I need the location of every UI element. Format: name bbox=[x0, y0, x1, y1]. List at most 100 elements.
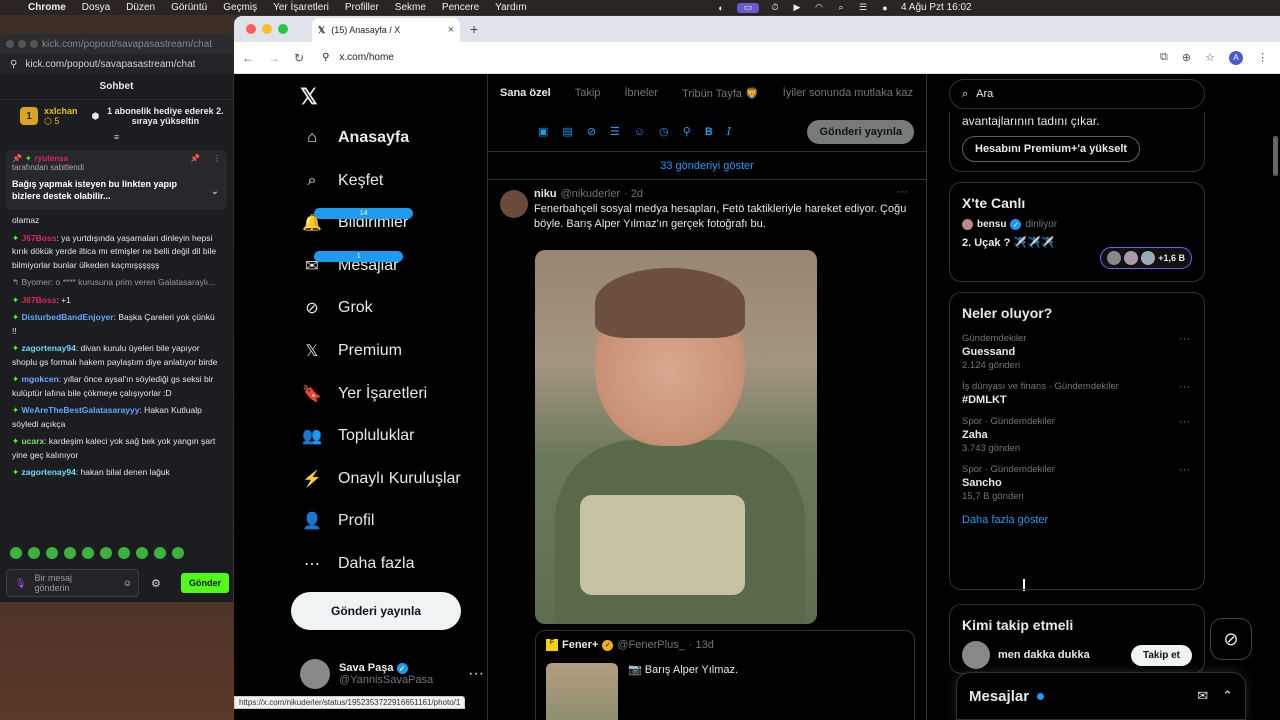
menu-item-view[interactable]: Görüntü bbox=[171, 2, 207, 13]
send-button[interactable]: Gönder bbox=[181, 573, 229, 593]
pin-toggle-icon[interactable]: 📌 bbox=[190, 154, 200, 163]
trend-more-icon[interactable]: ··· bbox=[1179, 381, 1190, 393]
chat-username[interactable]: mgokcen bbox=[21, 374, 58, 384]
bookmark-star-icon[interactable]: ☆ bbox=[1205, 51, 1215, 64]
tab-close-icon[interactable]: × bbox=[448, 24, 454, 36]
tab-list-1[interactable]: İbneler bbox=[624, 87, 658, 99]
spotlight-search-icon[interactable]: ⌕ bbox=[835, 2, 847, 13]
grok-compose-icon[interactable]: ⊘ bbox=[587, 125, 596, 138]
emote-icon[interactable] bbox=[64, 547, 76, 559]
listener-count[interactable]: +1,6 B bbox=[1100, 247, 1192, 269]
emote-icon[interactable] bbox=[46, 547, 58, 559]
x-logo-icon[interactable]: 𝕏 bbox=[300, 84, 318, 110]
account-switcher[interactable]: Sava Paşa ✓ @YannisSavaPasa ··· bbox=[300, 659, 484, 689]
collapse-handle-icon[interactable]: ≡ bbox=[0, 132, 233, 142]
suggested-avatar[interactable] bbox=[962, 641, 990, 669]
post-button[interactable]: Gönderi yayınla bbox=[291, 592, 461, 630]
tab-list-2[interactable]: Tribün Tayfa 🦁 bbox=[682, 87, 759, 100]
nav-item-lightning[interactable]: ⚡ Onaylı Kuruluşlar bbox=[300, 464, 461, 494]
nav-item-bell[interactable]: 🔔 14 Bildirimler bbox=[300, 208, 414, 238]
compose-post-button[interactable]: Gönderi yayınla bbox=[807, 119, 914, 144]
premium-upgrade-button[interactable]: Hesabını Premium+'a yükselt bbox=[962, 136, 1141, 162]
emote-icon[interactable] bbox=[10, 547, 22, 559]
zoom-dot[interactable] bbox=[30, 40, 38, 48]
timer-icon[interactable]: ⏱ bbox=[769, 2, 781, 13]
nav-item-search[interactable]: ⌕ Keşfet bbox=[300, 166, 384, 196]
search-input[interactable]: ⌕ Ara bbox=[949, 79, 1205, 109]
tweet-handle[interactable]: @nikuderler bbox=[561, 188, 620, 200]
media-icon[interactable]: ▣ bbox=[538, 125, 548, 138]
chevron-down-icon[interactable]: ⌄ bbox=[211, 186, 219, 197]
chrome-menu-icon[interactable]: ⋮ bbox=[1257, 51, 1268, 64]
install-app-icon[interactable]: ⧉ bbox=[1160, 51, 1168, 64]
emote-icon[interactable] bbox=[28, 547, 40, 559]
back-icon[interactable]: ← bbox=[242, 51, 254, 65]
chat-username[interactable]: WeAreTheBestGalatasarayyy bbox=[21, 405, 139, 415]
nav-item-x-premium[interactable]: 𝕏 Premium bbox=[300, 336, 402, 366]
chat-username[interactable]: zagortenay94 bbox=[21, 343, 75, 353]
window-close-button[interactable] bbox=[246, 24, 256, 34]
nav-item-communities[interactable]: 👥 Topluluklar bbox=[300, 421, 414, 451]
show-new-posts[interactable]: 33 gönderiyi göster bbox=[488, 152, 926, 180]
play-icon[interactable]: ▶ bbox=[791, 2, 803, 13]
menu-item-help[interactable]: Yardım bbox=[495, 2, 527, 13]
emote-icon[interactable] bbox=[136, 547, 148, 559]
chat-username[interactable]: J67Boss bbox=[21, 295, 56, 305]
emote-icon[interactable] bbox=[172, 547, 184, 559]
trend-more-icon[interactable]: ··· bbox=[1179, 464, 1190, 476]
trend-item[interactable]: Gündemdekiler Guessand 2.124 gönderi ··· bbox=[950, 329, 1204, 377]
grok-fab-icon[interactable]: ⊘ bbox=[1210, 618, 1252, 660]
profile-avatar[interactable]: A bbox=[1229, 50, 1243, 65]
trend-item[interactable]: İş dünyası ve finans · Gündemdekiler #DML… bbox=[950, 377, 1204, 412]
new-tab-icon[interactable]: + bbox=[470, 21, 478, 37]
tweet-photo[interactable] bbox=[535, 250, 817, 624]
settings-gear-icon[interactable]: ⚙ bbox=[151, 577, 161, 590]
suggested-name[interactable]: men dakka dukka bbox=[998, 649, 1090, 661]
browser-tab[interactable]: 𝕏 (15) Anasayfa / X × bbox=[312, 18, 460, 42]
control-center-icon[interactable]: ☰ bbox=[857, 2, 869, 13]
reload-icon[interactable]: ↻ bbox=[294, 51, 304, 65]
kick-url-bar[interactable]: ⚲ kick.com/popout/savapasastream/chat bbox=[0, 54, 233, 74]
chat-username[interactable]: DisturbedBandEnjoyer bbox=[21, 312, 113, 322]
wifi-icon[interactable]: ◠ bbox=[813, 2, 825, 13]
address-bar[interactable]: ⚲ x.com/home bbox=[322, 52, 394, 63]
chat-input[interactable]: 🎙 Bir mesaj gönderin ☺ bbox=[6, 569, 139, 597]
gif-icon[interactable]: ▤ bbox=[562, 125, 572, 138]
tweet-author[interactable]: niku bbox=[534, 188, 557, 200]
tweet-time[interactable]: · 2d bbox=[624, 188, 643, 200]
pinned-message[interactable]: 📌 ✦ ryutensa 📌 ⋮ tarafından sabitlendi B… bbox=[6, 150, 227, 210]
menu-item-bookmarks[interactable]: Yer İşaretleri bbox=[273, 2, 329, 13]
new-message-icon[interactable]: ✉ bbox=[1197, 688, 1208, 704]
poll-icon[interactable]: ☰ bbox=[610, 125, 620, 138]
menu-item-tab[interactable]: Sekme bbox=[395, 2, 426, 13]
screen-share-icon[interactable]: ▭ bbox=[737, 2, 759, 13]
minimize-dot[interactable] bbox=[18, 40, 26, 48]
chat-username[interactable]: J67Boss bbox=[21, 233, 56, 243]
emoji-icon[interactable]: ☺ bbox=[123, 578, 132, 588]
nav-item-home[interactable]: ⌂ Anasayfa bbox=[300, 123, 409, 153]
tab-following[interactable]: Takip bbox=[575, 87, 601, 99]
trend-item[interactable]: Spor · Gündemdekiler Zaha 3.743 gönderi ··· bbox=[950, 412, 1204, 460]
window-minimize-button[interactable] bbox=[262, 24, 272, 34]
gift-leaderboard[interactable]: 1 xxlchan ⬡ 5 ⬢ 1 abonelik hediye ederek… bbox=[0, 100, 233, 132]
show-more-link[interactable]: Daha fazla göster bbox=[950, 508, 1204, 532]
follow-button[interactable]: Takip et bbox=[1130, 644, 1192, 666]
tweet-more-icon[interactable]: ··· bbox=[897, 186, 908, 198]
trend-item[interactable]: Spor · Gündemdekiler Sancho 15,7 B gönderi… bbox=[950, 460, 1204, 508]
mic-icon[interactable]: 🎙 bbox=[15, 578, 26, 588]
trend-more-icon[interactable]: ··· bbox=[1179, 416, 1190, 428]
nav-item-mail[interactable]: ✉ 1 Mesajlar bbox=[300, 250, 404, 281]
nav-item-more-circle[interactable]: ⋯ Daha fazla bbox=[300, 549, 415, 579]
close-dot[interactable] bbox=[6, 40, 14, 48]
chat-username[interactable]: zagortenay94 bbox=[21, 467, 75, 477]
zoom-icon[interactable]: ⊕ bbox=[1182, 51, 1191, 64]
nav-item-profile[interactable]: 👤 Profil bbox=[300, 506, 374, 536]
nav-item-grok[interactable]: ⊘ Grok bbox=[300, 293, 372, 323]
menu-item-history[interactable]: Geçmiş bbox=[223, 2, 257, 13]
menu-item-profiles[interactable]: Profiller bbox=[345, 2, 379, 13]
tab-for-you[interactable]: Sana özel bbox=[500, 87, 551, 99]
site-info-icon[interactable]: ⚲ bbox=[322, 52, 329, 63]
schedule-icon[interactable]: ◷ bbox=[659, 125, 669, 138]
trend-more-icon[interactable]: ··· bbox=[1179, 333, 1190, 345]
menu-item-file[interactable]: Dosya bbox=[82, 2, 110, 13]
